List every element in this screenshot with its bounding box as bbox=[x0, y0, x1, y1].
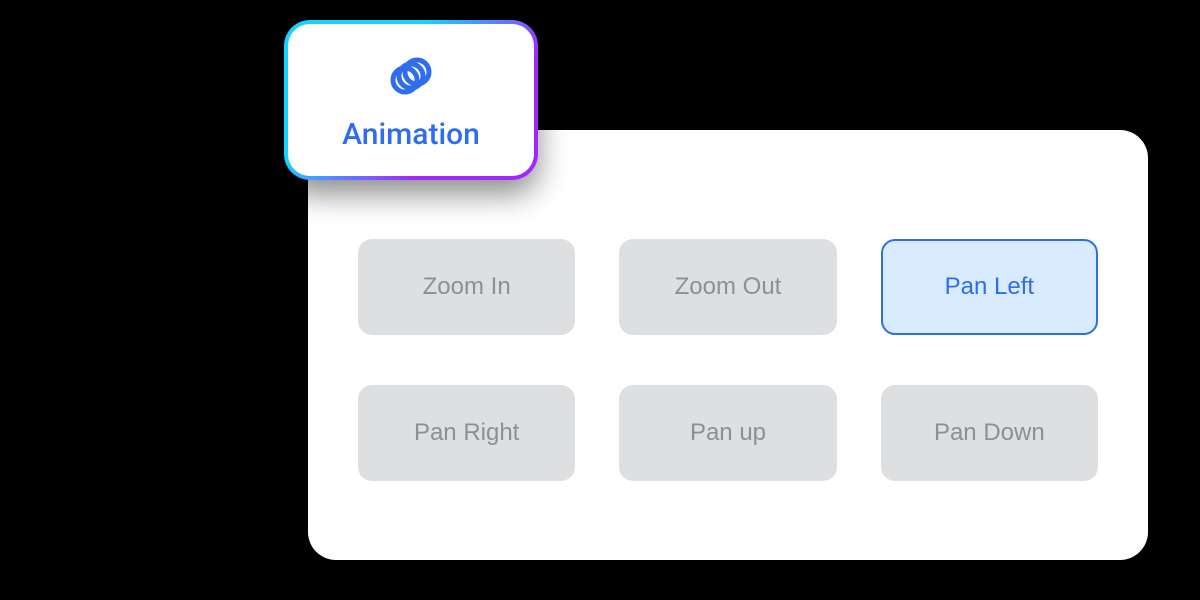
animation-tab-title: Animation bbox=[342, 117, 480, 152]
option-label: Zoom In bbox=[423, 273, 511, 301]
option-zoom-out[interactable]: Zoom Out bbox=[619, 239, 836, 335]
option-pan-down[interactable]: Pan Down bbox=[881, 385, 1098, 481]
option-pan-up[interactable]: Pan up bbox=[619, 385, 836, 481]
animation-tab-card[interactable]: Animation bbox=[284, 20, 538, 180]
options-row-1: Zoom In Zoom Out Pan Left bbox=[358, 239, 1098, 335]
option-label: Pan Right bbox=[414, 419, 519, 447]
option-label: Zoom Out bbox=[675, 273, 782, 301]
option-zoom-in[interactable]: Zoom In bbox=[358, 239, 575, 335]
animation-rings-icon bbox=[384, 49, 438, 103]
option-pan-left[interactable]: Pan Left bbox=[881, 239, 1098, 335]
options-row-2: Pan Right Pan up Pan Down bbox=[358, 385, 1098, 481]
animation-options-panel: Zoom In Zoom Out Pan Left Pan Right Pan … bbox=[308, 130, 1148, 560]
option-label: Pan Left bbox=[945, 273, 1034, 301]
option-pan-right[interactable]: Pan Right bbox=[358, 385, 575, 481]
option-label: Pan up bbox=[690, 419, 766, 447]
animation-tab-card-inner: Animation bbox=[288, 24, 534, 176]
option-label: Pan Down bbox=[934, 419, 1045, 447]
